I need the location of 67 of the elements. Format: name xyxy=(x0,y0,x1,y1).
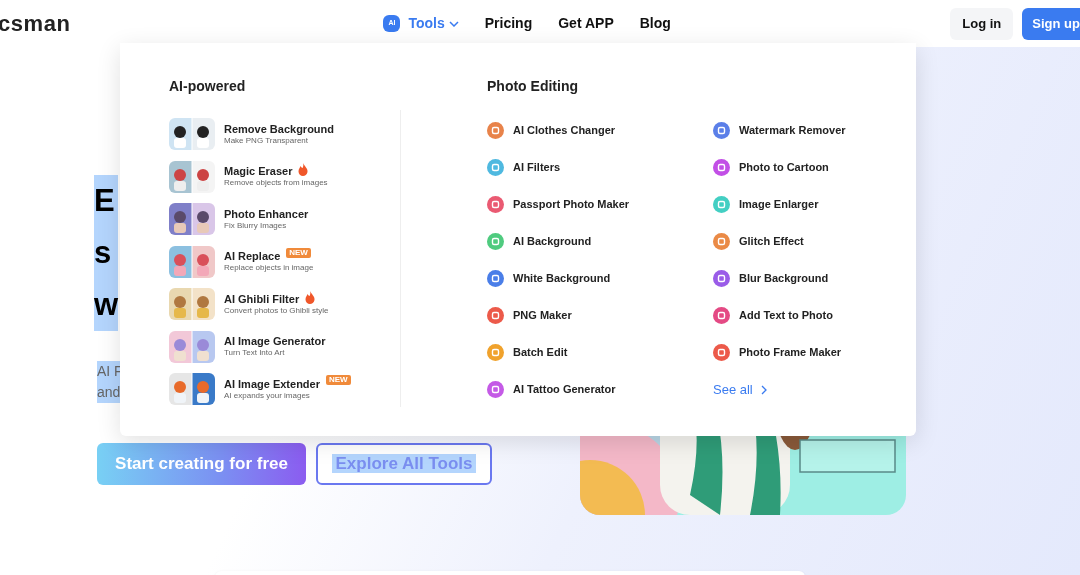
tool-title: Magic Eraser xyxy=(224,165,293,178)
hero-heading: s xyxy=(94,234,113,272)
chevron-right-icon xyxy=(760,384,767,395)
tool-item[interactable]: PNG Maker xyxy=(487,307,679,324)
tool-item[interactable]: Glitch Effect xyxy=(713,233,905,250)
tool-subtitle: Remove objects from images xyxy=(224,178,328,188)
hero-heading: E xyxy=(94,182,116,220)
tool-subtitle: Make PNG Transparent xyxy=(224,135,310,146)
tool-title: Photo Enhancer xyxy=(224,207,309,221)
tool-label: AI Background xyxy=(513,234,592,250)
tool-item[interactable]: AI Clothes Changer xyxy=(487,122,679,139)
signup-button[interactable]: Sign up xyxy=(1022,7,1080,40)
tool-subtitle: Replace objects in image xyxy=(224,263,314,273)
tool-label: Blur Background xyxy=(739,271,829,287)
nav-link[interactable]: Blog xyxy=(639,13,671,34)
tool-item[interactable]: Blur Background xyxy=(713,270,905,287)
tool-item[interactable]: AI Background xyxy=(487,233,679,250)
see-all-link[interactable]: See all xyxy=(713,381,905,398)
tool-item[interactable]: Image Enlarger xyxy=(713,196,905,213)
tool-label: AI Filters xyxy=(513,160,561,176)
tool-item[interactable]: Photo to Cartoon xyxy=(713,159,905,176)
tool-title: Remove Background xyxy=(224,122,335,136)
tool-label: PNG Maker xyxy=(513,308,572,324)
tool-item[interactable]: Batch Edit xyxy=(487,344,679,361)
tool-label: Photo Frame Maker xyxy=(739,345,842,361)
tool-item[interactable]: AI Filters xyxy=(487,159,679,176)
tool-subtitle: Turn Text Into Art xyxy=(224,348,286,358)
nav-link[interactable]: Get APP xyxy=(558,13,614,34)
tool-item[interactable]: AI Ghibli Filter Convert photos to Ghibli style xyxy=(169,288,400,320)
tool-label: Image Enlarger xyxy=(739,197,819,213)
tool-item[interactable]: Watermark Remover xyxy=(713,122,905,139)
tool-title: AI Image Extender xyxy=(224,377,320,391)
tool-item[interactable]: AI Replace NEW Replace objects in image xyxy=(169,245,400,278)
tool-item[interactable]: Remove Background Make PNG Transparent xyxy=(169,118,400,150)
tool-title: AI Replace xyxy=(224,250,281,263)
tool-label: Photo to Cartoon xyxy=(739,160,829,176)
chevron-down-icon xyxy=(448,20,459,27)
tool-label: Watermark Remover xyxy=(739,123,846,139)
tool-label: Batch Edit xyxy=(513,345,568,361)
tool-subtitle: Fix Blurry Images xyxy=(224,220,288,231)
tool-subtitle: AI expands your images xyxy=(224,390,311,401)
tool-item[interactable]: Add Text to Photo xyxy=(713,307,905,324)
tool-label: Passport Photo Maker xyxy=(513,197,630,213)
tool-item[interactable]: White Background xyxy=(487,270,679,287)
tool-item[interactable]: Magic Eraser Remove objects from images xyxy=(169,160,400,193)
tool-item[interactable]: AI Tattoo Generator xyxy=(487,381,679,398)
section-title: Photo Editing xyxy=(487,77,579,96)
tool-label: AI Clothes Changer xyxy=(513,123,616,139)
new-tag: NEW xyxy=(286,247,311,258)
login-button[interactable]: Log in xyxy=(950,7,1014,40)
hero-subtitle: and xyxy=(97,383,122,402)
tool-item[interactable]: Photo Enhancer Fix Blurry Images xyxy=(169,203,400,235)
tool-title: AI Image Generator xyxy=(224,335,326,348)
tool-item[interactable]: AI Image Generator Turn Text Into Art xyxy=(169,330,400,363)
hero-heading: w xyxy=(94,286,119,324)
tool-item[interactable]: Passport Photo Maker xyxy=(487,196,679,213)
new-tag: NEW xyxy=(326,375,351,385)
tool-label: White Background xyxy=(513,271,611,287)
tool-title: AI Ghibli Filter xyxy=(224,292,300,306)
tool-subtitle: Convert photos to Ghibli style xyxy=(224,305,329,316)
tool-label: Glitch Effect xyxy=(739,234,804,250)
nav-link[interactable]: Pricing xyxy=(484,13,533,34)
tool-label: AI Tattoo Generator xyxy=(513,382,616,398)
tool-item[interactable]: AI Image Extender NEW AI expands your images xyxy=(169,373,400,405)
section-title: AI-powered xyxy=(169,77,247,96)
tool-item[interactable]: Photo Frame Maker xyxy=(713,344,905,361)
tool-label: Add Text to Photo xyxy=(739,308,833,324)
